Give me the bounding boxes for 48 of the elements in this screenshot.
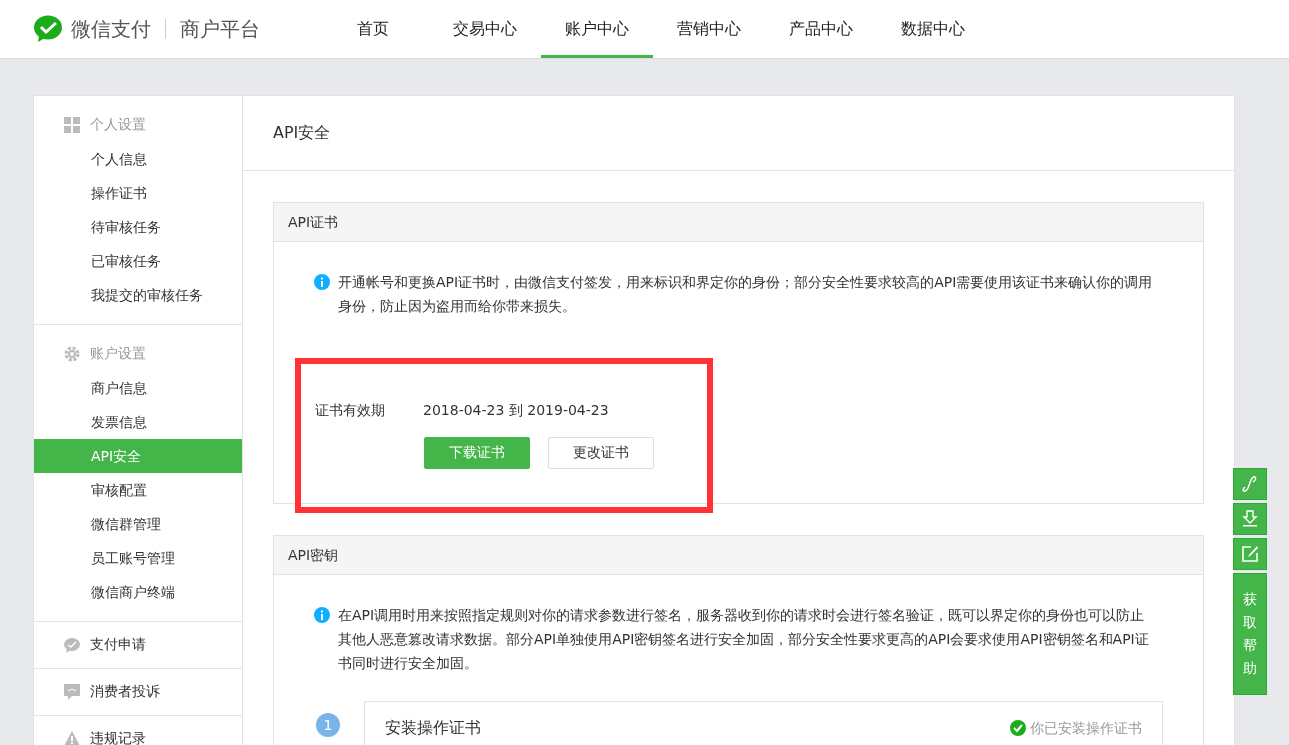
sidebar-item[interactable]: 微信商户终端 [34, 575, 242, 609]
group-heading: 个人设置 [90, 116, 146, 134]
page-title: API安全 [243, 96, 1234, 171]
grid-icon [64, 117, 80, 133]
change-button[interactable]: 更改证书 [548, 437, 654, 469]
gear-icon [64, 346, 80, 362]
nav-tab[interactable]: 产品中心 [765, 0, 877, 58]
group-heading: 账户设置 [90, 345, 146, 363]
sidebar-item[interactable]: 个人信息 [34, 142, 242, 176]
sidebar-item[interactable]: 审核配置 [34, 473, 242, 507]
nav-tab[interactable]: 账户中心 [541, 0, 653, 58]
chat-bubble-icon [33, 15, 63, 43]
tool-button[interactable] [1233, 538, 1267, 570]
sidebar-item[interactable]: 待审核任务 [34, 210, 242, 244]
sidebar-item[interactable]: 商户信息 [34, 371, 242, 405]
info-icon [314, 607, 330, 623]
tool-button[interactable] [1233, 503, 1267, 535]
brand-name: 微信支付 [71, 15, 151, 43]
check-icon [1010, 720, 1026, 736]
step-title: 安装操作证书 [385, 720, 481, 736]
nav-tab[interactable]: 首页 [317, 0, 429, 58]
info-icon [314, 274, 330, 290]
section-header: API密钥 [274, 536, 1203, 575]
chat-bubble-icon [64, 637, 80, 653]
sidebar-item[interactable]: 操作证书 [34, 176, 242, 210]
sidebar-item[interactable]: 员工账号管理 [34, 541, 242, 575]
sidebar-item[interactable]: 违规记录 [90, 730, 146, 745]
field-label: 证书有效期 [315, 402, 386, 420]
field-value: 2018-04-23 到 2019-04-23 [423, 402, 609, 420]
edit-icon [1240, 544, 1260, 564]
download-icon [1240, 509, 1260, 529]
tool-button[interactable] [1233, 468, 1267, 500]
sidebar-item[interactable]: 微信群管理 [34, 507, 242, 541]
info-text: 在API调用时用来按照指定规则对你的请求参数进行签名，服务器收到你的请求时会进行签名验证，既可以界定你的身份也可以防止其他人恶意篡改请求数据。部分API单独使用API密钥签名进行安全加固，部分安全性要求更高的API会要求使用API密钥签名和API证书同时进行安全加固。 [338, 606, 1150, 673]
nav-tab[interactable]: 数据中心 [877, 0, 989, 58]
sidebar-item[interactable]: 支付申请 [90, 636, 146, 654]
step-status: 你已安装操作证书 [1030, 720, 1142, 736]
sidebar-item[interactable]: 我提交的审核任务 [34, 278, 242, 312]
step-number: 1 [316, 713, 340, 737]
platform-name: 商户平台 [180, 15, 260, 43]
sidebar-item[interactable]: 发票信息 [34, 405, 242, 439]
sidebar-item[interactable]: 消费者投诉 [90, 683, 160, 701]
section-header: API证书 [274, 203, 1203, 242]
nav-tab[interactable]: 营销中心 [653, 0, 765, 58]
sidebar-item[interactable]: 已审核任务 [34, 244, 242, 278]
info-text: 开通帐号和更换API证书时，由微信支付签发，用来标识和界定你的身份；部分安全性要求较高的API需要使用该证书来确认你的调用身份，防止因为盗用而给你带来损失。 [338, 273, 1154, 316]
nav-tab[interactable]: 交易中心 [429, 0, 541, 58]
message-icon [64, 684, 80, 700]
